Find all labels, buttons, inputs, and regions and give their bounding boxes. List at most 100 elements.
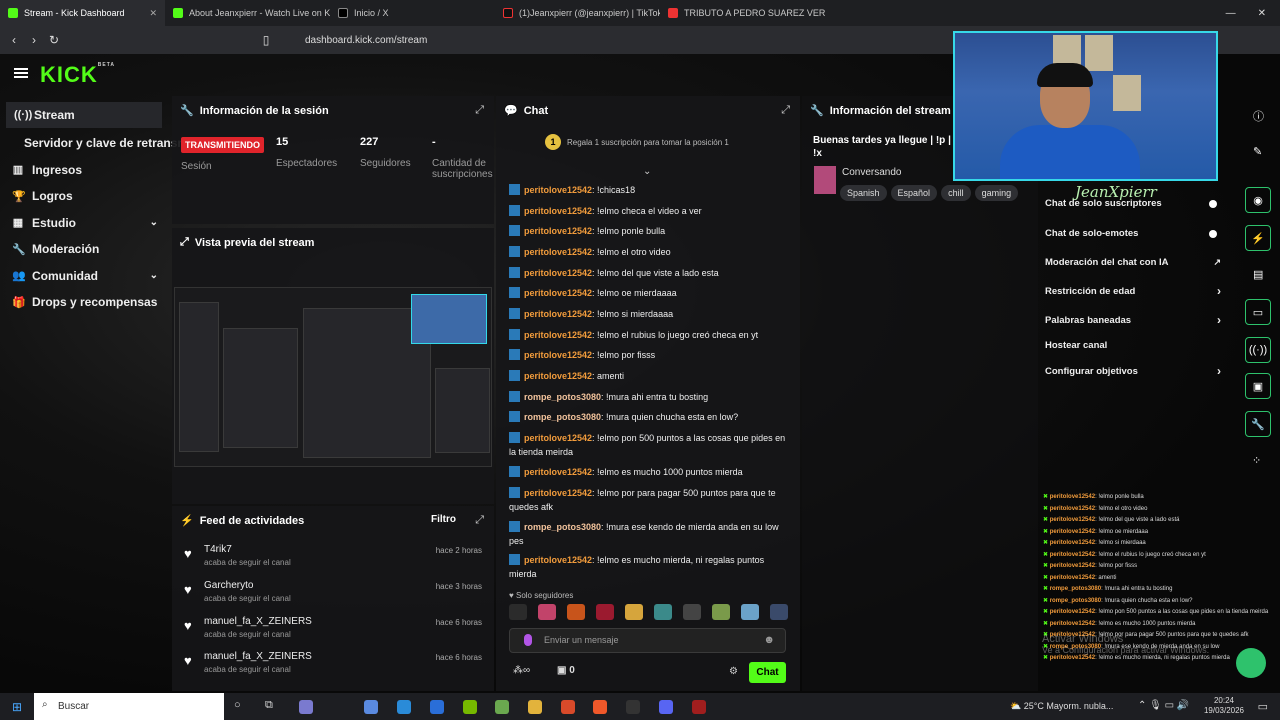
emoji-icon[interactable]: ☻ xyxy=(763,634,775,646)
toggle-switch[interactable] xyxy=(1209,200,1217,208)
chat-username[interactable]: peritolove12542 xyxy=(524,433,592,443)
emote[interactable] xyxy=(770,604,788,620)
windows-start-icon[interactable]: ⊞ xyxy=(12,700,22,714)
reload-icon[interactable]: ↻ xyxy=(44,33,64,47)
sidebar-item-drops[interactable]: 🎁 Drops y recompensas xyxy=(0,289,170,316)
expand-icon[interactable]: ⤢ xyxy=(781,104,790,117)
folder-icon[interactable] xyxy=(528,700,542,714)
emote[interactable] xyxy=(567,604,585,620)
expand-icon[interactable]: ⤢ xyxy=(475,104,484,117)
chat-username[interactable]: peritolove12542 xyxy=(524,330,592,340)
settings-icon[interactable]: ⚙ xyxy=(729,666,738,677)
emote[interactable] xyxy=(741,604,759,620)
chat-username[interactable]: peritolove12542 xyxy=(524,206,592,216)
sidebar-item-server-key[interactable]: Servidor y clave de retransmisión xyxy=(0,130,216,157)
chat-float-icon[interactable] xyxy=(1236,648,1266,678)
host-channel-item[interactable]: Hostear canal xyxy=(1045,340,1225,351)
wrench-rail-icon[interactable]: 🔧 xyxy=(1245,411,1271,437)
sidebar-item-comunidad[interactable]: 👥 Comunidad ⌄ xyxy=(0,263,170,290)
discord-icon[interactable] xyxy=(659,700,673,714)
browser-tab[interactable]: Inicio / X xyxy=(330,0,495,26)
clock[interactable]: 20:24 19/03/2026 xyxy=(1204,696,1244,716)
app-icon[interactable] xyxy=(299,700,313,714)
tag[interactable]: chill xyxy=(941,185,971,201)
subs-only-toggle[interactable]: Chat de solo suscriptores xyxy=(1045,198,1225,209)
nvidia-icon[interactable] xyxy=(463,700,477,714)
app-icon[interactable] xyxy=(692,700,706,714)
banned-words-item[interactable]: Palabras baneadas › xyxy=(1045,313,1225,327)
app-icon[interactable] xyxy=(561,700,575,714)
sidebar-item-estudio[interactable]: ▦ Estudio ⌄ xyxy=(0,210,170,237)
chat-username[interactable]: peritolove12542 xyxy=(524,350,592,360)
goals-item[interactable]: Configurar objetivos › xyxy=(1045,364,1225,378)
emote[interactable] xyxy=(712,604,730,620)
info-icon[interactable]: ⓘ xyxy=(1253,108,1264,124)
emote-only-toggle[interactable]: Chat de solo-emotes xyxy=(1045,228,1225,239)
menu-icon[interactable] xyxy=(14,68,28,78)
chat-username[interactable]: peritolove12542 xyxy=(524,555,592,565)
toggle-switch[interactable] xyxy=(1209,230,1217,238)
app-icon[interactable] xyxy=(364,700,378,714)
broadcast-rail-icon[interactable]: ((·)) xyxy=(1245,337,1271,363)
ai-moderation-link[interactable]: Moderación del chat con IA ↗ xyxy=(1045,257,1225,268)
lightning-rail-icon[interactable]: ⚡ xyxy=(1245,225,1271,251)
emote[interactable] xyxy=(683,604,701,620)
chat-username[interactable]: rompe_potos3080 xyxy=(524,522,601,532)
chat-username[interactable]: peritolove12542 xyxy=(524,467,592,477)
close-window-icon[interactable]: ✕ xyxy=(1258,8,1266,19)
tag[interactable]: Spanish xyxy=(840,185,887,201)
obs-icon[interactable] xyxy=(626,700,640,714)
tag[interactable]: Español xyxy=(890,185,938,201)
chat-username[interactable]: peritolove12542 xyxy=(524,185,592,195)
mail-icon[interactable] xyxy=(430,700,444,714)
emote[interactable] xyxy=(625,604,643,620)
browser-tab[interactable]: (1)Jeanxpierr (@jeanxpierr) | TikTok xyxy=(495,0,660,26)
back-icon[interactable]: ‹ xyxy=(4,33,24,47)
chat-username[interactable]: peritolove12542 xyxy=(524,288,592,298)
browser-tab[interactable]: TRIBUTO A PEDRO SUAREZ VERTIZ xyxy=(660,0,825,26)
close-tab-icon[interactable]: ✕ xyxy=(149,8,157,19)
list-rail-icon[interactable]: ▤ xyxy=(1253,268,1263,281)
filter-button[interactable]: Filtro xyxy=(431,514,456,525)
taskbar-search[interactable]: ⌕ Buscar xyxy=(34,693,224,720)
share-icon[interactable]: ⁘ xyxy=(1252,454,1261,467)
chat-username[interactable]: peritolove12542 xyxy=(524,247,592,257)
chat-input[interactable]: Enviar un mensaje ☻ xyxy=(509,628,786,653)
camera-rail-icon[interactable]: ◉ xyxy=(1245,187,1271,213)
collapse-pin-icon[interactable]: ⌄ xyxy=(643,166,651,177)
sidebar-item-moderacion[interactable]: 🔧 Moderación xyxy=(0,236,170,263)
chat-username[interactable]: peritolove12542 xyxy=(524,488,592,498)
minecraft-icon[interactable] xyxy=(495,700,509,714)
points-counter[interactable]: ▣ 0 xyxy=(557,665,575,676)
edge-icon[interactable] xyxy=(397,700,411,714)
emote[interactable] xyxy=(596,604,614,620)
widgets-icon[interactable]: ⧉ xyxy=(265,699,273,712)
url-field[interactable]: dashboard.kick.com/stream xyxy=(305,35,427,46)
chat-username[interactable]: rompe_potos3080 xyxy=(524,392,601,402)
sidebar-item-stream[interactable]: ((·)) Stream xyxy=(6,102,162,128)
notification-icon[interactable]: ▭ xyxy=(1258,700,1268,713)
sidebar-item-ingresos[interactable]: ▥ Ingresos xyxy=(0,157,170,184)
sub-gift-leaderboard[interactable]: 1 Regala 1 suscripción para tomar la posi… xyxy=(545,134,729,150)
chat-username[interactable]: peritolove12542 xyxy=(524,268,592,278)
edit-icon[interactable]: ✎ xyxy=(1253,145,1262,158)
microphone-icon[interactable] xyxy=(524,634,532,646)
chat-username[interactable]: peritolove12542 xyxy=(524,309,592,319)
send-chat-button[interactable]: Chat xyxy=(749,662,786,683)
tray-icons[interactable]: ⌃ 🎙 ▭ 🔊 xyxy=(1138,700,1189,711)
infinity-icon[interactable]: ⁂∞ xyxy=(513,665,530,676)
chat-username[interactable]: peritolove12542 xyxy=(524,371,592,381)
weather-widget[interactable]: ⛅ 25°C Mayorm. nubla... xyxy=(1010,701,1113,712)
stream-preview-video[interactable] xyxy=(174,287,492,467)
expand-icon[interactable]: ⤢ xyxy=(475,514,484,527)
age-restriction-item[interactable]: Restricción de edad › xyxy=(1045,284,1225,298)
browser-tab[interactable]: Stream - Kick Dashboard ✕ xyxy=(0,0,165,26)
chat-rail-icon[interactable]: ▭ xyxy=(1245,299,1271,325)
layout-rail-icon[interactable]: ▣ xyxy=(1245,373,1271,399)
sidebar-item-logros[interactable]: 🏆 Logros xyxy=(0,183,170,210)
kick-logo[interactable]: KICKBETA xyxy=(40,62,115,88)
emote[interactable] xyxy=(538,604,556,620)
emote[interactable] xyxy=(654,604,672,620)
tag[interactable]: gaming xyxy=(974,185,1019,201)
minimize-icon[interactable]: — xyxy=(1226,8,1236,19)
